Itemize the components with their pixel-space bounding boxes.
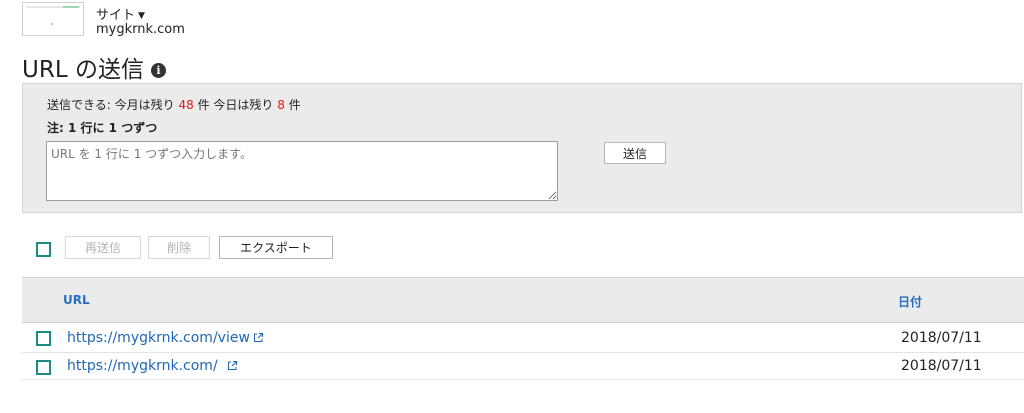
quota-unit-month: 件 今日は残り [197, 98, 274, 112]
day-remaining-count: 8 [277, 98, 285, 112]
url-input[interactable] [46, 141, 558, 201]
row-url-link[interactable]: https://mygkrnk.com/ [67, 358, 238, 374]
column-header-date[interactable]: 日付 [898, 293, 922, 310]
site-thumbnail[interactable] [22, 2, 84, 36]
export-button[interactable]: エクスポート [219, 236, 333, 259]
page-title-text: URL の送信 [22, 57, 144, 83]
quota-unit-day: 件 [288, 98, 301, 112]
external-link-icon [227, 361, 237, 370]
one-per-line-note: 注: 1 行に 1 つずつ [47, 121, 158, 135]
table-header [22, 277, 1024, 323]
row-url-text: https://mygkrnk.com/view [67, 330, 250, 346]
quota-prefix: 送信できる: 今月は残り [47, 98, 175, 112]
row-date: 2018/07/11 [901, 358, 982, 374]
external-link-icon [253, 333, 263, 342]
site-selector-label: サイト [96, 8, 136, 23]
row-url-link[interactable]: https://mygkrnk.com/view [67, 330, 264, 346]
delete-button[interactable]: 削除 [148, 236, 210, 259]
month-remaining-count: 48 [178, 98, 194, 112]
row-checkbox[interactable] [36, 331, 51, 346]
row-date: 2018/07/11 [901, 330, 982, 346]
site-selector[interactable]: サイト ▼ [96, 4, 145, 23]
quota-text: 送信できる: 今月は残り 48 件 今日は残り 8 件 [47, 96, 301, 113]
column-header-url[interactable]: URL [63, 293, 90, 307]
site-domain: mygkrnk.com [96, 22, 185, 37]
submit-button[interactable]: 送信 [604, 142, 666, 164]
row-url-text: https://mygkrnk.com/ [67, 358, 218, 374]
caret-down-icon: ▼ [138, 11, 145, 21]
select-all-checkbox[interactable] [36, 242, 51, 257]
resend-button[interactable]: 再送信 [65, 236, 141, 259]
row-checkbox[interactable] [36, 360, 51, 375]
info-icon[interactable]: i [150, 63, 166, 78]
row-divider [22, 379, 1024, 380]
page-title: URL の送信 i [22, 50, 166, 84]
row-divider [22, 352, 1024, 353]
